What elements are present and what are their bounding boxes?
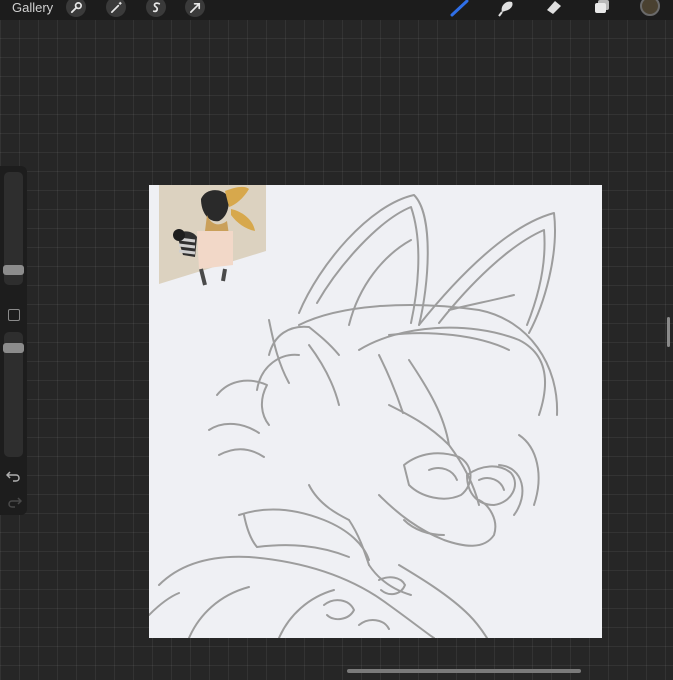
left-sidebar xyxy=(0,166,27,515)
color-picker-button[interactable] xyxy=(640,0,660,16)
smudge-icon[interactable] xyxy=(496,0,518,18)
layers-icon[interactable] xyxy=(591,0,613,18)
transform-button[interactable] xyxy=(185,0,205,17)
sketch-artwork xyxy=(149,185,559,638)
selection-s-icon xyxy=(152,1,160,12)
home-indicator[interactable] xyxy=(347,669,581,673)
top-toolbar: Gallery xyxy=(0,0,673,20)
gallery-button[interactable]: Gallery xyxy=(12,0,53,15)
undo-icon[interactable] xyxy=(6,469,22,483)
eraser-icon[interactable] xyxy=(543,0,565,18)
adjustments-button[interactable] xyxy=(106,0,126,17)
selection-button[interactable] xyxy=(146,0,166,17)
drawing-canvas[interactable] xyxy=(149,185,602,638)
redo-icon[interactable] xyxy=(6,495,22,509)
brush-size-thumb[interactable] xyxy=(3,265,24,275)
modify-button[interactable] xyxy=(8,309,20,321)
magic-wand-icon xyxy=(110,1,122,13)
opacity-thumb[interactable] xyxy=(3,343,24,353)
reference-image xyxy=(159,185,266,286)
actions-button[interactable] xyxy=(66,0,86,17)
arrow-cursor-icon xyxy=(189,2,200,13)
brush-icon[interactable] xyxy=(449,0,471,18)
wrench-icon xyxy=(70,1,82,13)
side-panel-handle[interactable] xyxy=(667,317,670,347)
